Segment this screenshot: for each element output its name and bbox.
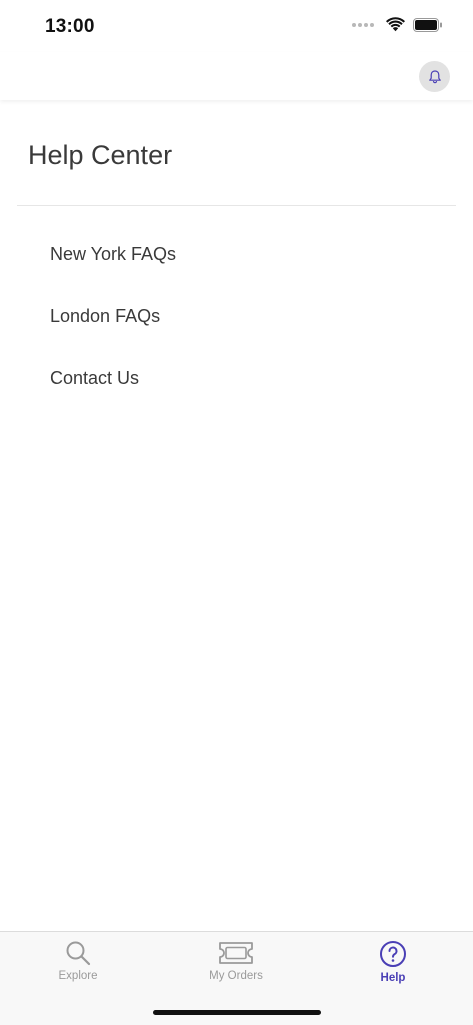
status-time: 13:00 (45, 16, 95, 37)
status-icons (352, 17, 443, 32)
top-navigation-bar (0, 52, 473, 100)
menu-item-london-faqs[interactable]: London FAQs (0, 288, 473, 350)
tab-explore-label: Explore (58, 970, 98, 982)
battery-icon (413, 17, 442, 32)
menu-item-contact-us[interactable]: Contact Us (0, 350, 473, 412)
tab-help-label: Help (380, 972, 406, 984)
help-menu-list: New York FAQs London FAQs Contact Us (0, 226, 473, 412)
help-icon (380, 941, 406, 967)
menu-item-new-york-faqs[interactable]: New York FAQs (0, 226, 473, 288)
cellular-signal-icon (352, 22, 374, 27)
tab-my-orders-label: My Orders (209, 970, 263, 982)
home-indicator (153, 1010, 321, 1015)
notifications-button[interactable] (419, 61, 450, 92)
title-divider (17, 205, 456, 206)
status-bar: 13:00 (0, 0, 473, 52)
page-title: Help Center (28, 140, 173, 170)
tab-my-orders[interactable]: My Orders (176, 940, 296, 982)
tab-explore[interactable]: Explore (18, 940, 138, 982)
tab-help[interactable]: Help (333, 940, 453, 984)
search-icon (66, 941, 91, 966)
ticket-icon (219, 942, 253, 964)
bell-icon (428, 69, 441, 83)
wifi-icon (386, 17, 405, 32)
